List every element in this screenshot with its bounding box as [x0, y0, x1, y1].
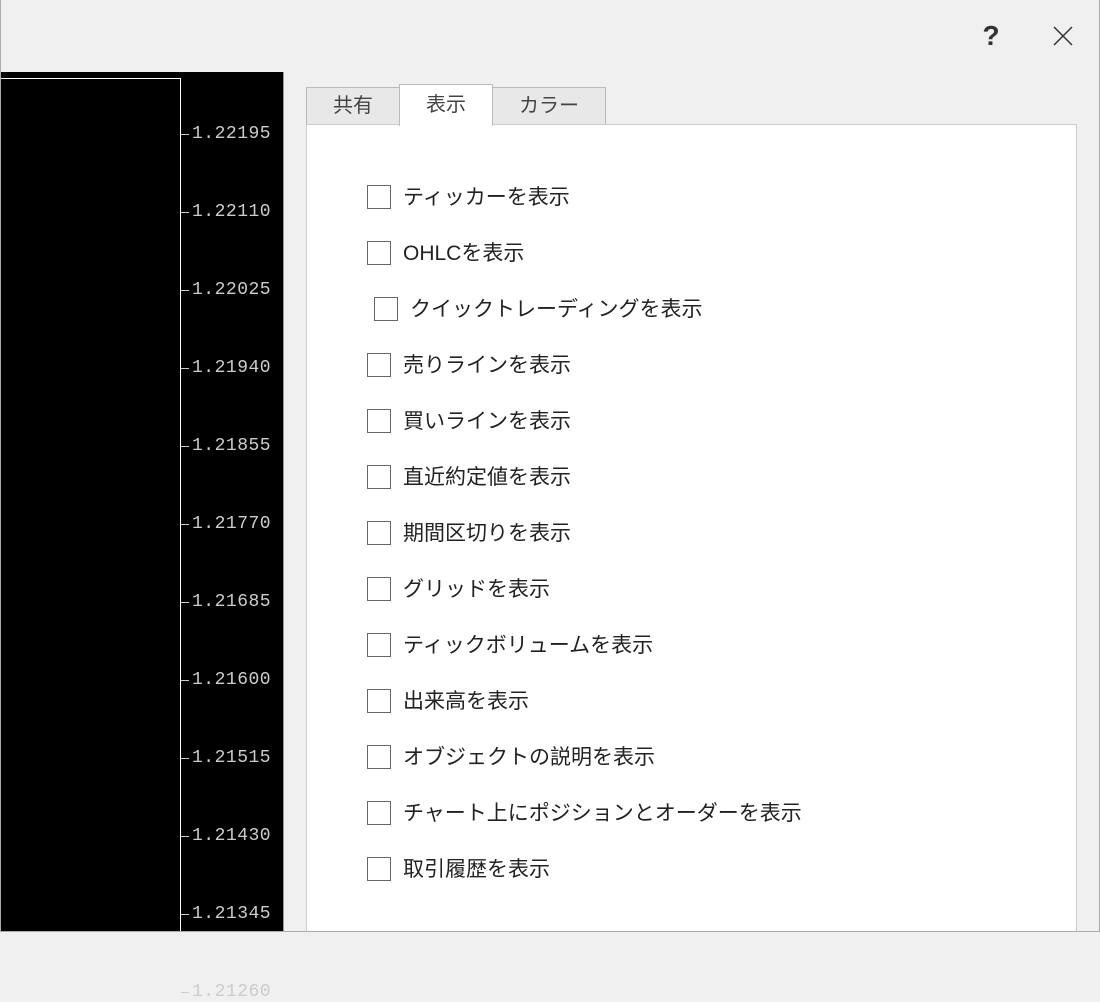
- checkbox-label[interactable]: 買いラインを表示: [403, 411, 571, 432]
- tab-panel-display: ティッカーを表示 OHLCを表示クイックトレーディングを表示売りラインを表示買いラ…: [306, 124, 1077, 931]
- tick-label: 1.21685: [192, 592, 271, 612]
- tick-mark: [181, 446, 189, 447]
- checkbox[interactable]: [367, 633, 391, 657]
- dialog-window: ? 1.221951.221101.220251.219401.218551.2…: [0, 0, 1100, 932]
- tick-label: 1.22110: [192, 202, 271, 222]
- option-row: クイックトレーディングを表示: [367, 295, 1016, 323]
- checkbox-label[interactable]: 期間区切りを表示: [403, 523, 571, 544]
- tab-display[interactable]: 表示: [399, 84, 493, 126]
- option-row: ティックボリュームを表示: [367, 631, 1016, 659]
- tab-color[interactable]: カラー: [492, 87, 606, 125]
- axis-tick: 1.21430: [181, 827, 271, 845]
- checkbox-label[interactable]: クイックトレーディングを表示: [410, 299, 703, 320]
- tick-mark: [181, 914, 189, 915]
- tick-label: 1.22195: [192, 124, 271, 144]
- checkbox[interactable]: [367, 689, 391, 713]
- checkbox-label[interactable]: ティッカーを表示: [403, 187, 570, 208]
- option-row: 出来高を表示: [367, 687, 1016, 715]
- checkbox[interactable]: [367, 857, 391, 881]
- checkbox[interactable]: [367, 409, 391, 433]
- option-row: オブジェクトの説明を表示: [367, 743, 1016, 771]
- axis-tick: 1.21940: [181, 359, 271, 377]
- tick-mark: [181, 992, 189, 993]
- checkbox-label[interactable]: 売りラインを表示: [403, 355, 571, 376]
- checkbox[interactable]: [367, 745, 391, 769]
- axis-tick: 1.22025: [181, 281, 271, 299]
- option-row: ティッカーを表示: [367, 183, 1016, 211]
- tick-mark: [181, 524, 189, 525]
- help-button[interactable]: ?: [955, 0, 1027, 72]
- axis-tick: 1.22195: [181, 125, 271, 143]
- axis-tick: 1.21855: [181, 437, 271, 455]
- axis-tick: 1.21345: [181, 905, 271, 923]
- chart-preview: 1.22195 1.22110 1.22025 1.21940 1.21855 1.217…: [1, 72, 284, 931]
- axis-tick: 1.21260: [181, 983, 271, 1001]
- tick-label: 1.21770: [192, 514, 271, 534]
- axis-tick: 1.21600: [181, 671, 271, 689]
- checkbox-label[interactable]: グリッドを表示: [403, 579, 550, 600]
- checkbox[interactable]: [367, 801, 391, 825]
- tick-label: 1.21260: [192, 982, 271, 1002]
- checkbox[interactable]: [367, 241, 391, 265]
- option-row: OHLCを表示: [367, 239, 1016, 267]
- checkbox[interactable]: [374, 297, 398, 321]
- checkbox-label[interactable]: チャート上にポジションとオーダーを表示: [403, 803, 802, 824]
- tick-mark: [181, 836, 189, 837]
- checkbox-label[interactable]: オブジェクトの説明を表示: [403, 747, 655, 768]
- chart-inner: [1, 78, 181, 931]
- titlebar: ?: [1, 0, 1099, 72]
- tab-share[interactable]: 共有: [306, 87, 400, 125]
- tick-label: 1.21430: [192, 826, 271, 846]
- tick-mark: [181, 758, 189, 759]
- tick-mark: [181, 212, 189, 213]
- settings-panel: 共有表示カラー ティッカーを表示 OHLCを表示クイックトレーディングを表示売りラ…: [284, 72, 1099, 931]
- tick-mark: [181, 602, 189, 603]
- dialog-body: 1.22195 1.22110 1.22025 1.21940 1.21855 1.217…: [1, 72, 1099, 931]
- tick-mark: [181, 290, 189, 291]
- close-button[interactable]: [1027, 0, 1099, 72]
- close-icon: [1051, 24, 1075, 48]
- option-row: 取引履歴を表示: [367, 855, 1016, 883]
- checkbox[interactable]: [367, 353, 391, 377]
- tick-label: 1.21600: [192, 670, 271, 690]
- tick-label: 1.21940: [192, 358, 271, 378]
- option-row: 直近約定値を表示: [367, 463, 1016, 491]
- axis-tick: 1.22110: [181, 203, 271, 221]
- option-row: 期間区切りを表示: [367, 519, 1016, 547]
- option-row: 買いラインを表示: [367, 407, 1016, 435]
- option-row: チャート上にポジションとオーダーを表示: [367, 799, 1016, 827]
- axis-tick: 1.21515: [181, 749, 271, 767]
- tick-label: 1.22025: [192, 280, 271, 300]
- checkbox-label[interactable]: ティックボリュームを表示: [403, 635, 653, 656]
- tabstrip: 共有表示カラー: [306, 83, 606, 125]
- tick-label: 1.21855: [192, 436, 271, 456]
- axis-tick: 1.21685: [181, 593, 271, 611]
- checkbox-label[interactable]: OHLCを表示: [403, 243, 524, 264]
- tick-label: 1.21345: [192, 904, 271, 924]
- tick-mark: [181, 680, 189, 681]
- axis-tick: 1.21770: [181, 515, 271, 533]
- checkbox[interactable]: [367, 521, 391, 545]
- checkbox-label[interactable]: 取引履歴を表示: [403, 859, 550, 880]
- checkbox-label[interactable]: 出来高を表示: [403, 691, 529, 712]
- checkbox[interactable]: [367, 185, 391, 209]
- tick-label: 1.21515: [192, 748, 271, 768]
- tick-mark: [181, 134, 189, 135]
- checkbox-label[interactable]: 直近約定値を表示: [403, 467, 571, 488]
- option-row: 売りラインを表示: [367, 351, 1016, 379]
- checkbox[interactable]: [367, 577, 391, 601]
- tick-mark: [181, 368, 189, 369]
- checkbox[interactable]: [367, 465, 391, 489]
- option-row: グリッドを表示: [367, 575, 1016, 603]
